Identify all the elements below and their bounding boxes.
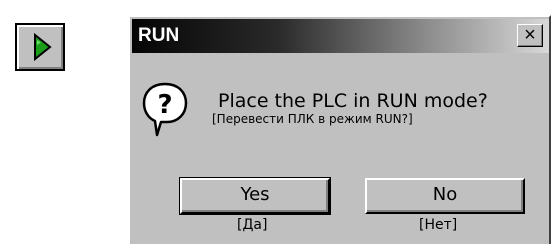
- yes-button-label: Yes: [240, 184, 270, 205]
- yes-button[interactable]: Yes: [179, 177, 331, 215]
- no-button[interactable]: No: [365, 178, 525, 214]
- run-dialog: RUN × ? Place the PLC in RUN mode? [Пере…: [128, 15, 551, 244]
- no-button-label: No: [432, 184, 458, 205]
- close-icon: ×: [524, 24, 536, 46]
- run-button[interactable]: [15, 23, 65, 71]
- play-triangle-icon: [34, 32, 52, 62]
- dialog-message: Place the PLC in RUN mode?: [218, 90, 488, 112]
- no-caption: [Нет]: [419, 217, 458, 233]
- close-button[interactable]: ×: [517, 24, 543, 47]
- yes-caption: [Да]: [237, 217, 268, 233]
- dialog-message-translation: [Перевести ПЛК в режим RUN?]: [212, 112, 413, 126]
- dialog-title: RUN: [138, 25, 180, 46]
- dialog-titlebar: RUN ×: [132, 19, 549, 53]
- question-icon: ?: [142, 82, 188, 137]
- svg-text:?: ?: [157, 90, 172, 120]
